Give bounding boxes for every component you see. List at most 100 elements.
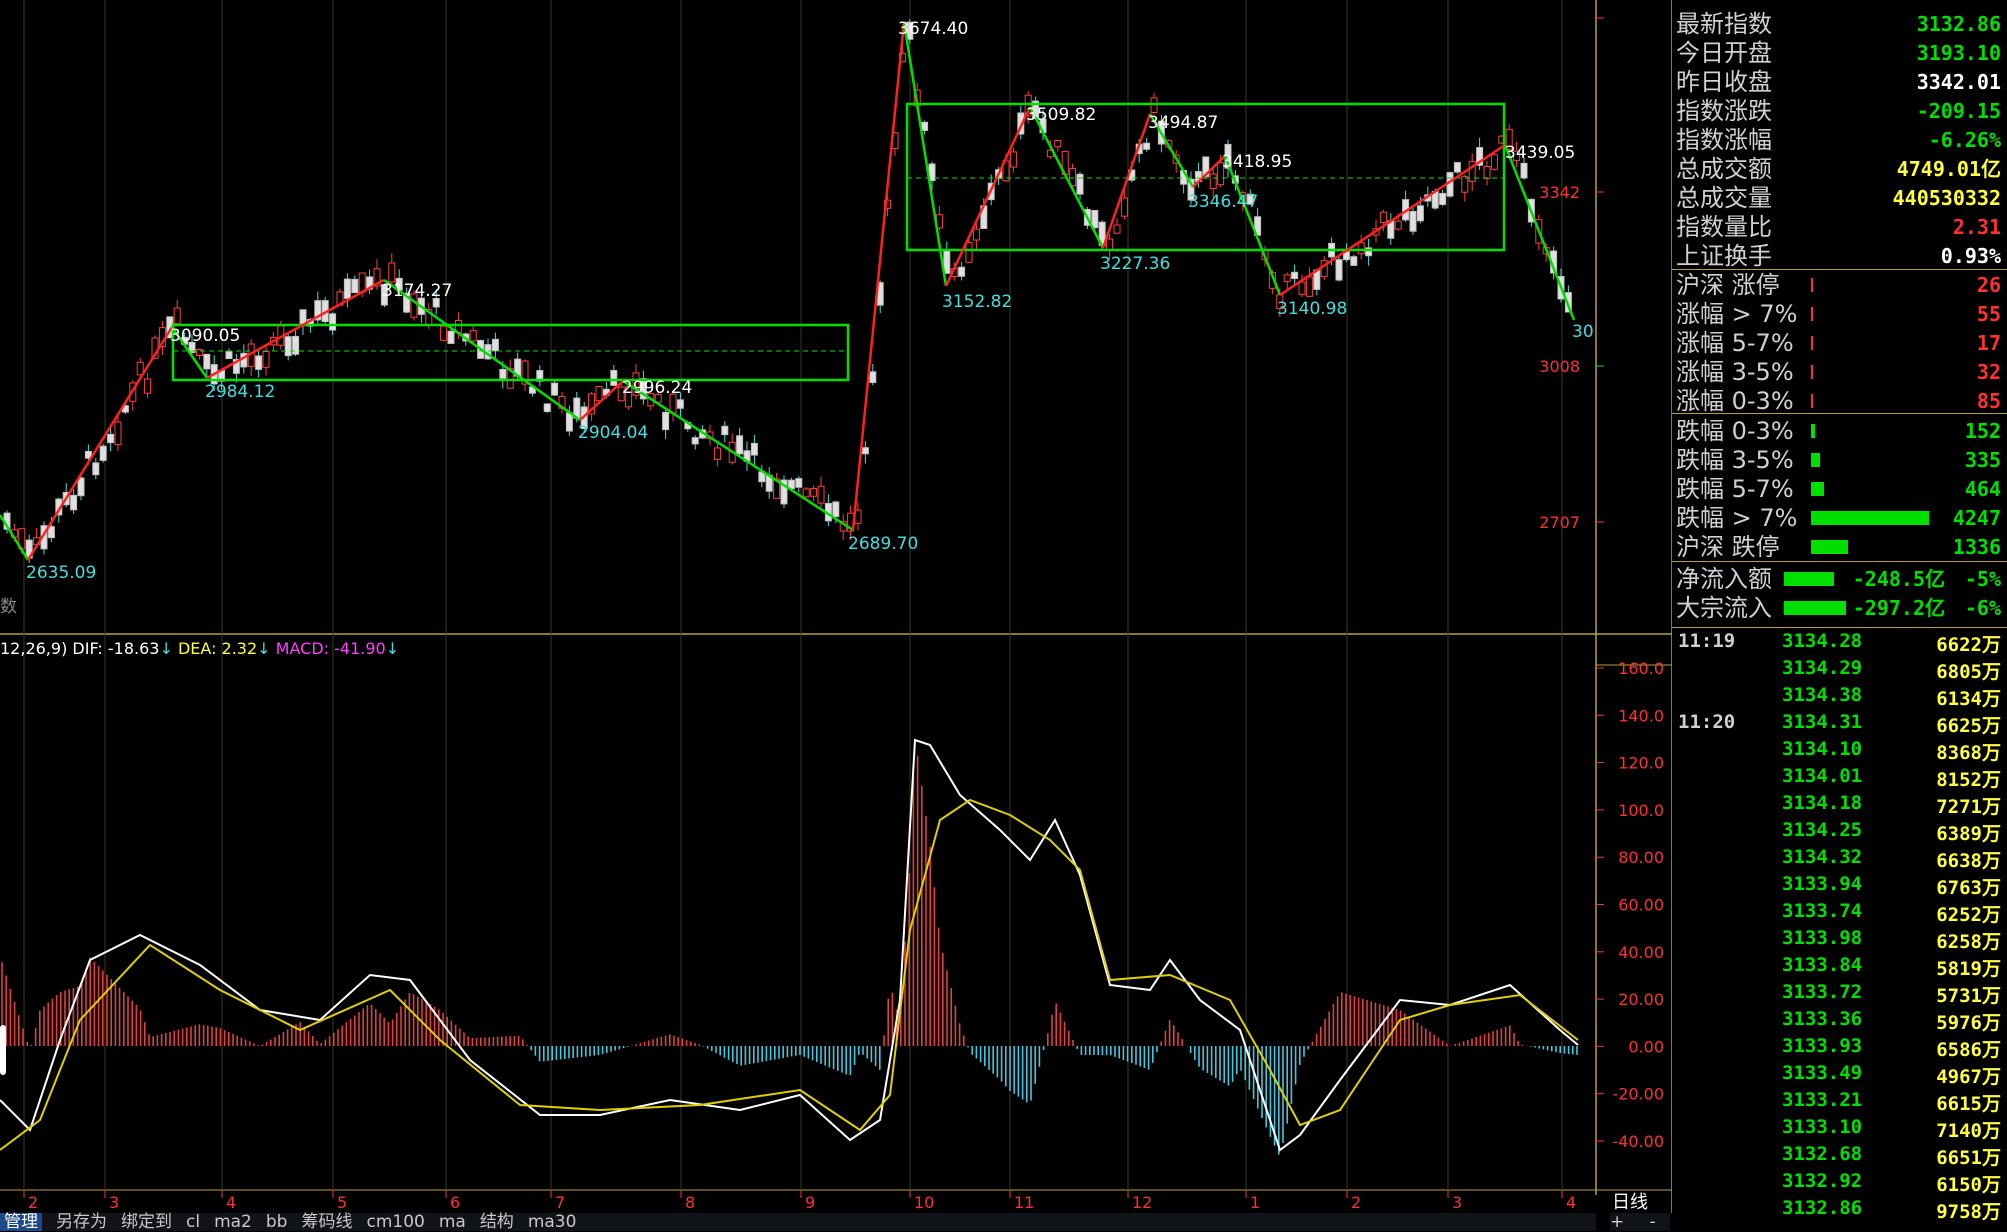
tick-volume: 6134万: [1936, 688, 2001, 710]
toolbar-button[interactable]: 另存为: [56, 1213, 107, 1231]
tick-row: 3132.92 6150万: [1672, 1170, 2007, 1197]
stat-value: 440530332: [1892, 186, 2001, 210]
tick-volume: 6638万: [1936, 850, 2001, 872]
tick-volume: 5976万: [1936, 1012, 2001, 1034]
tick-price: 3133.21: [1782, 1089, 1863, 1111]
flow-percent: -6%: [1964, 596, 2001, 620]
pivot-label: 3140.98: [1277, 299, 1347, 319]
divider: [1672, 627, 2007, 628]
decline-count: 4247: [1952, 506, 2001, 530]
pivot-label: 3494.87: [1148, 113, 1218, 133]
tick-volume: 8152万: [1936, 769, 2001, 791]
tick-row: 3134.01 8152万: [1672, 765, 2007, 792]
tick-time: 11:20: [1678, 711, 1736, 733]
decline-label: 跌幅 > 7%: [1676, 504, 1798, 532]
advance-row: 涨幅 3-5% 32: [1676, 358, 2001, 386]
tick-time: 11:19: [1678, 630, 1736, 652]
decline-bar: [1811, 482, 1824, 496]
month-label: 6: [450, 1193, 460, 1212]
index-stat-row: 上证换手 0.93%: [1676, 242, 2001, 270]
tick-price: 3134.28: [1782, 630, 1863, 652]
macd-tick: 0.00: [1628, 1037, 1664, 1056]
advance-label: 涨幅 > 7%: [1676, 300, 1798, 328]
tick-volume: 6805万: [1936, 661, 2001, 683]
tick-row: 3133.93 6586万: [1672, 1035, 2007, 1062]
index-stat-row: 昨日收盘 3342.01: [1676, 68, 2001, 96]
tick-price: 3133.49: [1782, 1062, 1863, 1084]
tick-price: 3132.86: [1782, 1197, 1863, 1219]
tick-price: 3133.84: [1782, 954, 1863, 976]
decline-bar: [1811, 540, 1848, 554]
kline-chart[interactable]: 3674.40 3509.82 3494.87 3418.95 3439.05 …: [0, 0, 1672, 1213]
toolbar-button[interactable]: 管理: [0, 1213, 42, 1231]
month-label: 5: [337, 1193, 347, 1212]
toolbar-button[interactable]: 筹码线: [301, 1213, 352, 1231]
decline-label: 跌幅 3-5%: [1676, 446, 1794, 474]
pivot-label: 3174.27: [382, 281, 452, 301]
tick-price: 3134.31: [1782, 711, 1863, 733]
toolbar-button[interactable]: bb: [266, 1213, 288, 1231]
stat-value: 0.93%: [1940, 244, 2001, 268]
price-tick: 2707: [1539, 513, 1580, 532]
macd-axis: 160.0 140.0 120.0 100.0 80.00 60.00 40.00 20.00…: [1596, 659, 1664, 1151]
advance-bar: [1811, 307, 1813, 321]
month-label: 2: [1351, 1193, 1361, 1212]
decline-row: 跌幅 5-7% 464: [1676, 475, 2001, 503]
month-label: 8: [685, 1193, 695, 1212]
zigzag-lines: [0, 21, 1576, 561]
index-stat-row: 指数涨跌 -209.15: [1676, 97, 2001, 125]
tick-volume: 5731万: [1936, 985, 2001, 1007]
tick-row: 3132.86 9758万: [1672, 1197, 2007, 1224]
divider: [1672, 269, 2007, 270]
pivot-label: 3418.95: [1222, 152, 1292, 172]
pivot-label: 2904.04: [578, 423, 648, 443]
month-label: 12: [1132, 1193, 1152, 1212]
tick-volume: 7140万: [1936, 1120, 2001, 1142]
stat-label: 总成交额: [1676, 155, 1772, 183]
tick-row: 3134.10 8368万: [1672, 738, 2007, 765]
decline-row: 沪深 跌停 1336: [1676, 533, 2001, 561]
tick-price: 3134.29: [1782, 657, 1863, 679]
month-label: 3: [109, 1193, 119, 1212]
tick-row: 3133.10 7140万: [1672, 1116, 2007, 1143]
advance-label: 涨幅 5-7%: [1676, 329, 1794, 357]
macd-tick: -40.00: [1612, 1132, 1664, 1151]
scroll-handle[interactable]: [0, 1025, 6, 1075]
period-label[interactable]: 日线: [1612, 1192, 1648, 1213]
toolbar-button[interactable]: cm100: [366, 1213, 424, 1231]
decline-count: 464: [1964, 477, 2001, 501]
toolbar-button[interactable]: ma2: [214, 1213, 252, 1231]
pivot-label: 3509.82: [1026, 105, 1096, 125]
month-label: 9: [805, 1193, 815, 1212]
toolbar-button[interactable]: cl: [186, 1213, 200, 1231]
toolbar-button[interactable]: ma30: [528, 1213, 577, 1231]
decline-row: 跌幅 0-3% 152: [1676, 417, 2001, 445]
candlesticks: [3, 19, 1572, 564]
index-stat-row: 总成交额 4749.01亿: [1676, 155, 2001, 183]
price-tick: 3008: [1539, 357, 1580, 376]
decline-row: 跌幅 3-5% 335: [1676, 446, 2001, 474]
flow-bar: [1784, 601, 1846, 615]
tick-volume: 6150万: [1936, 1174, 2001, 1196]
zoom-controls[interactable]: + -: [1610, 1213, 1670, 1231]
toolbar-button[interactable]: 绑定到: [121, 1213, 172, 1231]
tick-price: 3134.10: [1782, 738, 1863, 760]
bottom-toolbar: 管理 另存为 绑定到 cl ma2 bb 筹码线 cm100 ma 结构 ma30: [0, 1213, 1596, 1231]
toolbar-button[interactable]: ma: [439, 1213, 466, 1231]
stat-label: 昨日收盘: [1676, 68, 1772, 96]
toolbar-button[interactable]: 结构: [480, 1213, 514, 1231]
macd-tick: 80.00: [1618, 848, 1664, 867]
date-axis: 2 3 4 5 6 7 8 9 10 11 12 1 2 3 4: [28, 1193, 1576, 1212]
decline-count: 152: [1964, 419, 2001, 443]
decline-count: 335: [1964, 448, 2001, 472]
advance-row: 涨幅 > 7% 55: [1676, 300, 2001, 328]
macd-tick: 160.0: [1618, 659, 1664, 678]
advance-count: 55: [1976, 302, 2001, 326]
tick-volume: 6389万: [1936, 823, 2001, 845]
tick-row: 3133.74 6252万: [1672, 900, 2007, 927]
tick-row: 3134.18 7271万: [1672, 792, 2007, 819]
stat-value: 3342.01: [1916, 70, 2001, 94]
tick-row: 11:20 3134.31 6625万: [1672, 711, 2007, 738]
index-stat-row: 指数量比 2.31: [1676, 213, 2001, 241]
tick-price: 3134.32: [1782, 846, 1863, 868]
